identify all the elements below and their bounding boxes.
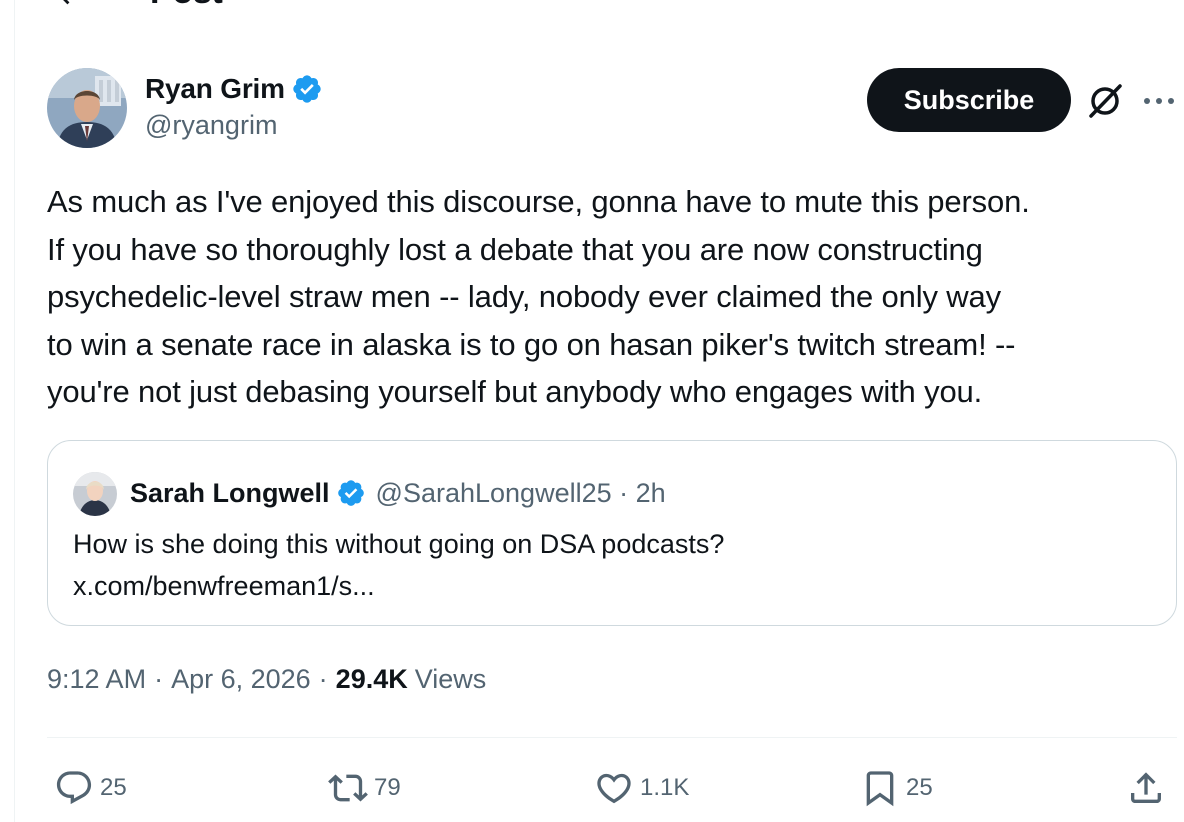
repost-count: 79	[374, 774, 401, 801]
post-text: As much as I've enjoyed this discourse, …	[47, 184, 1030, 409]
verified-icon	[336, 478, 366, 508]
separator: ·	[318, 664, 328, 694]
page-header: Post	[50, 0, 223, 12]
quoted-post-card[interactable]: Sarah Longwell @SarahLongwell25 · 2h How…	[47, 440, 1177, 626]
quote-text-line: How is she doing this without going on D…	[73, 529, 725, 559]
reply-icon	[56, 771, 92, 805]
views-count: 29.4K	[335, 664, 408, 694]
verified-icon	[291, 73, 323, 105]
back-arrow-icon[interactable]	[50, 0, 90, 12]
quote-author-avatar	[73, 472, 117, 516]
reply-button[interactable]: 25	[54, 764, 127, 812]
column-border	[14, 0, 15, 822]
post-date[interactable]: Apr 6, 2026	[171, 664, 311, 695]
bookmark-icon	[866, 771, 894, 807]
subscribe-button[interactable]: Subscribe	[867, 68, 1071, 132]
grok-icon[interactable]	[1084, 80, 1126, 122]
separator: ·	[154, 664, 164, 694]
post-time[interactable]: 9:12 AM	[47, 664, 146, 695]
quote-handle-time: @SarahLongwell25 · 2h	[375, 477, 666, 508]
author-handle[interactable]: @ryangrim	[145, 110, 277, 141]
quote-text: How is she doing this without going on D…	[73, 523, 1143, 607]
author-display-name[interactable]: Ryan Grim	[145, 73, 285, 105]
quote-header: Sarah Longwell @SarahLongwell25 · 2h	[130, 473, 666, 513]
bookmark-button[interactable]: 25	[860, 764, 933, 812]
like-button[interactable]: 1.1K	[594, 764, 689, 812]
reply-count: 25	[100, 774, 127, 801]
repost-button[interactable]: 79	[328, 764, 401, 812]
more-icon[interactable]	[1142, 84, 1176, 118]
author-name-row: Ryan Grim	[145, 70, 323, 108]
share-button[interactable]	[1126, 764, 1166, 812]
share-icon	[1131, 772, 1161, 803]
like-count: 1.1K	[640, 774, 690, 801]
post-meta: 9:12 AM · Apr 6, 2026 · 29.4K Views	[47, 664, 486, 695]
repost-icon	[328, 774, 368, 802]
like-icon	[597, 773, 631, 804]
bookmark-count: 25	[906, 774, 933, 801]
views-label: Views	[414, 664, 487, 694]
quote-link[interactable]: x.com/benwfreeman1/s...	[73, 565, 1143, 607]
divider	[47, 737, 1177, 738]
quote-author-name[interactable]: Sarah Longwell	[130, 478, 330, 509]
author-avatar[interactable]	[47, 68, 127, 148]
page-title: Post	[150, 0, 223, 12]
